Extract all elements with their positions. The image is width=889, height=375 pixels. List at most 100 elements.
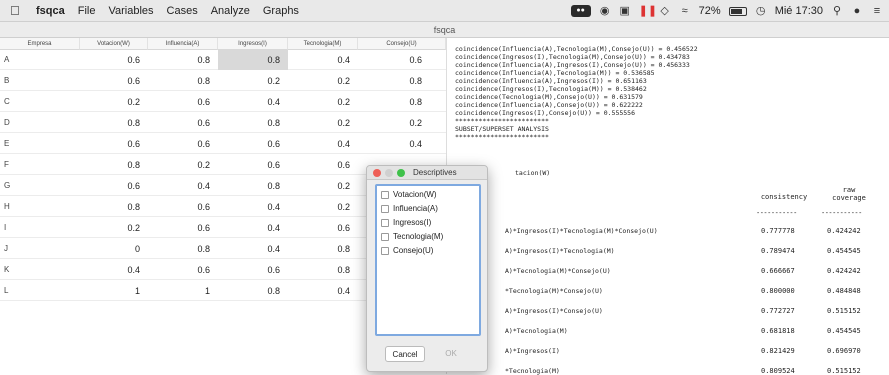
- table-row[interactable]: A 0.6 0.8 0.8 0.4 0.6: [0, 50, 446, 70]
- siri-icon[interactable]: ●: [851, 5, 863, 17]
- table-cell[interactable]: 0.6: [148, 218, 218, 238]
- table-cell[interactable]: 1: [80, 281, 148, 301]
- checkbox-icon[interactable]: [381, 218, 389, 227]
- table-row[interactable]: E 0.6 0.6 0.6 0.4 0.4: [0, 134, 446, 154]
- table-cell[interactable]: 0.8: [358, 92, 430, 112]
- table-cell[interactable]: 0.2: [148, 155, 218, 175]
- row-label[interactable]: E: [2, 134, 26, 154]
- table-cell[interactable]: 0.6: [80, 71, 148, 91]
- row-label[interactable]: D: [2, 113, 26, 133]
- row-label[interactable]: J: [2, 239, 26, 259]
- table-cell[interactable]: 0.6: [218, 260, 288, 280]
- table-cell[interactable]: 0.2: [80, 92, 148, 112]
- row-label[interactable]: I: [2, 218, 26, 238]
- table-cell[interactable]: 0.2: [80, 218, 148, 238]
- table-row[interactable]: C 0.2 0.6 0.4 0.2 0.8: [0, 92, 446, 112]
- variable-item[interactable]: Votacion(W): [381, 189, 437, 200]
- cancel-button[interactable]: Cancel: [385, 346, 425, 362]
- dialog-titlebar[interactable]: Descriptives: [367, 166, 487, 180]
- table-cell[interactable]: 0.8: [148, 50, 218, 70]
- table-cell[interactable]: 0.6: [288, 155, 358, 175]
- table-cell[interactable]: 0.8: [218, 176, 288, 196]
- table-cell[interactable]: 0.4: [80, 260, 148, 280]
- column-header-votacion[interactable]: Votacion(W): [80, 38, 148, 50]
- table-cell[interactable]: 0.4: [218, 92, 288, 112]
- table-cell[interactable]: 0.8: [218, 50, 288, 70]
- column-header-influencia[interactable]: Influencia(A): [148, 38, 218, 50]
- table-cell[interactable]: 0.6: [80, 134, 148, 154]
- table-cell[interactable]: 0.6: [148, 197, 218, 217]
- zoom-icon[interactable]: [397, 169, 405, 177]
- table-cell[interactable]: 0.4: [218, 218, 288, 238]
- menu-cases[interactable]: Cases: [167, 5, 198, 17]
- table-cell[interactable]: 0.6: [358, 50, 430, 70]
- time-machine-icon[interactable]: ◷: [755, 5, 767, 17]
- menu-app-name[interactable]: fsqca: [36, 5, 65, 17]
- diamond-icon[interactable]: ◇: [659, 5, 671, 17]
- table-cell[interactable]: 0.2: [288, 197, 358, 217]
- menu-analyze[interactable]: Analyze: [211, 5, 250, 17]
- table-cell[interactable]: 0.2: [288, 92, 358, 112]
- table-cell[interactable]: 0.2: [358, 113, 430, 133]
- variable-item[interactable]: Consejo(U): [381, 245, 433, 256]
- screen-icon[interactable]: ▣: [619, 5, 631, 17]
- table-cell[interactable]: 0.2: [218, 71, 288, 91]
- row-label[interactable]: F: [2, 155, 26, 175]
- table-cell[interactable]: 0.2: [288, 113, 358, 133]
- circle-status-icon[interactable]: ◉: [599, 5, 611, 17]
- table-cell[interactable]: 0.4: [148, 176, 218, 196]
- checkbox-icon[interactable]: [381, 246, 389, 255]
- row-label[interactable]: L: [2, 281, 26, 301]
- column-header-tecnologia[interactable]: Tecnologia(M): [288, 38, 358, 50]
- column-header-ingresos[interactable]: Ingresos(I): [218, 38, 288, 50]
- variable-item[interactable]: Tecnologia(M): [381, 231, 443, 242]
- column-header-consejo[interactable]: Consejo(U): [358, 38, 446, 50]
- table-cell[interactable]: 0.8: [358, 71, 430, 91]
- table-cell[interactable]: 0.8: [218, 281, 288, 301]
- table-cell[interactable]: 0.8: [80, 197, 148, 217]
- recording-badge-icon[interactable]: ●●: [570, 5, 591, 17]
- table-cell[interactable]: 0.6: [288, 218, 358, 238]
- table-cell[interactable]: 0.8: [218, 113, 288, 133]
- column-header-empresa[interactable]: Empresa: [0, 38, 80, 50]
- table-cell[interactable]: 0.8: [288, 239, 358, 259]
- menu-graphs[interactable]: Graphs: [263, 5, 299, 17]
- table-cell[interactable]: 0.8: [288, 260, 358, 280]
- row-label[interactable]: C: [2, 92, 26, 112]
- row-label[interactable]: B: [2, 71, 26, 91]
- menu-variables[interactable]: Variables: [108, 5, 153, 17]
- checkbox-icon[interactable]: [381, 190, 389, 199]
- output-pane[interactable]: coincidence(Influencia(A),Tecnologia(M),…: [446, 38, 889, 375]
- clock[interactable]: Mié 17:30: [775, 5, 823, 17]
- table-cell[interactable]: 0: [80, 239, 148, 259]
- table-cell[interactable]: 0.8: [148, 71, 218, 91]
- variable-list[interactable]: Votacion(W) Influencia(A) Ingresos(I) Tecno…: [375, 184, 481, 336]
- row-label[interactable]: K: [2, 260, 26, 280]
- ok-button[interactable]: OK: [431, 346, 471, 362]
- variable-item[interactable]: Ingresos(I): [381, 217, 431, 228]
- table-row[interactable]: D 0.8 0.6 0.8 0.2 0.2: [0, 113, 446, 133]
- table-cell[interactable]: 0.8: [80, 113, 148, 133]
- table-cell[interactable]: 0.6: [148, 134, 218, 154]
- row-label[interactable]: A: [2, 50, 26, 70]
- table-cell[interactable]: 0.6: [80, 50, 148, 70]
- pause-icon[interactable]: ❚❚: [639, 5, 657, 17]
- table-cell[interactable]: 0.4: [288, 134, 358, 154]
- close-icon[interactable]: [373, 169, 381, 177]
- table-cell[interactable]: 0.6: [218, 155, 288, 175]
- row-label[interactable]: H: [2, 197, 26, 217]
- table-cell[interactable]: 0.6: [80, 176, 148, 196]
- table-cell[interactable]: 0.6: [218, 134, 288, 154]
- table-cell[interactable]: 0.4: [218, 239, 288, 259]
- notification-center-icon[interactable]: ≡: [871, 5, 883, 17]
- table-cell[interactable]: 0.6: [148, 260, 218, 280]
- checkbox-icon[interactable]: [381, 232, 389, 241]
- checkbox-icon[interactable]: [381, 204, 389, 213]
- wifi-icon[interactable]: ≈: [679, 5, 691, 17]
- table-cell[interactable]: 0.2: [288, 176, 358, 196]
- table-cell[interactable]: 0.4: [288, 50, 358, 70]
- table-cell[interactable]: 1: [148, 281, 218, 301]
- table-cell[interactable]: 0.2: [288, 71, 358, 91]
- variable-item[interactable]: Influencia(A): [381, 203, 438, 214]
- table-cell[interactable]: 0.8: [80, 155, 148, 175]
